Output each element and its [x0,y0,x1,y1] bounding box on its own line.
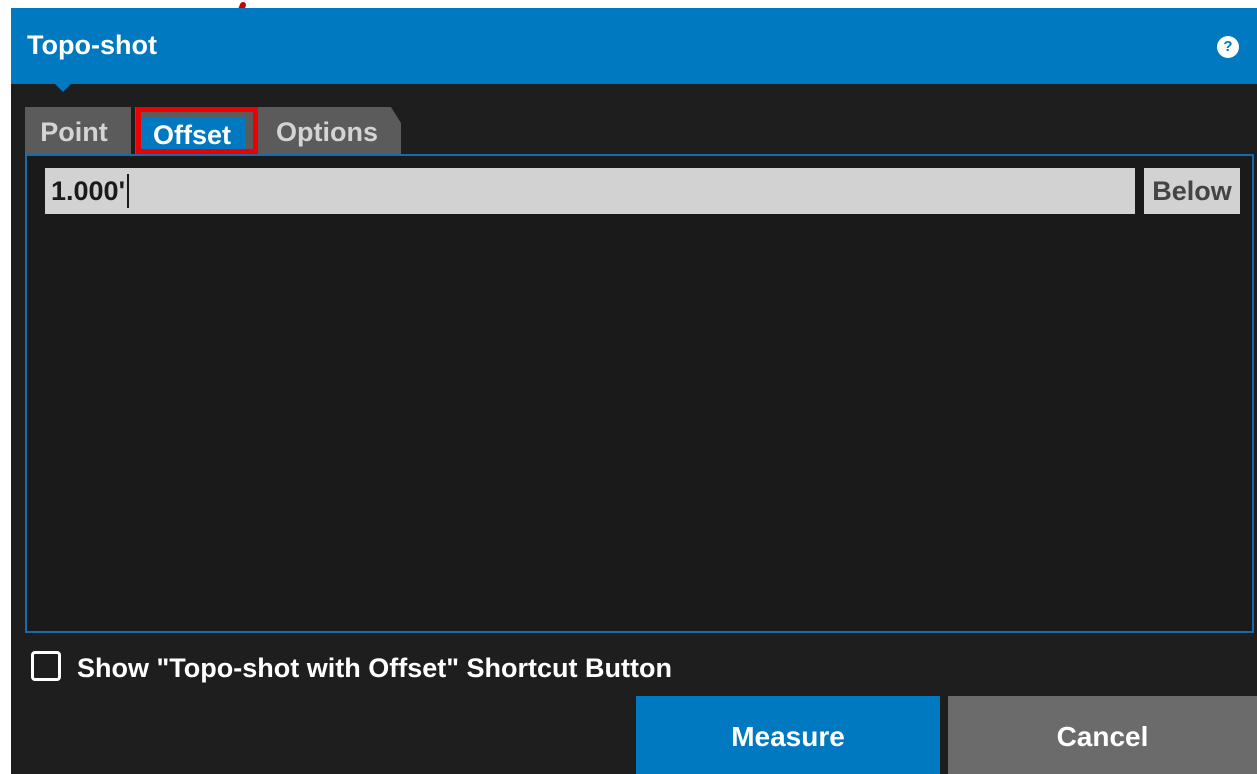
tab-divider [131,107,135,154]
text-caret [127,173,129,208]
tab-options[interactable]: Options [261,107,393,154]
title-notch [55,84,71,92]
topo-shot-dialog: Topo-shot ? Point Offset Options 1.000' … [11,8,1257,774]
dialog-title: Topo-shot [27,30,157,60]
offset-input[interactable]: 1.000' [45,168,1135,214]
title-bar: Topo-shot ? [11,8,1257,84]
measure-button[interactable]: Measure [636,696,940,774]
below-button[interactable]: Below [1144,168,1240,214]
offset-panel: 1.000' Below [25,154,1254,633]
cancel-button[interactable]: Cancel [948,696,1257,774]
offset-value: 1.000' [51,176,125,206]
tab-offset[interactable]: Offset [139,117,245,154]
help-icon[interactable]: ? [1217,36,1239,58]
shortcut-checkbox[interactable] [31,651,61,681]
shortcut-checkbox-label: Show "Topo-shot with Offset" Shortcut Bu… [77,653,673,683]
tab-point[interactable]: Point [25,107,123,154]
